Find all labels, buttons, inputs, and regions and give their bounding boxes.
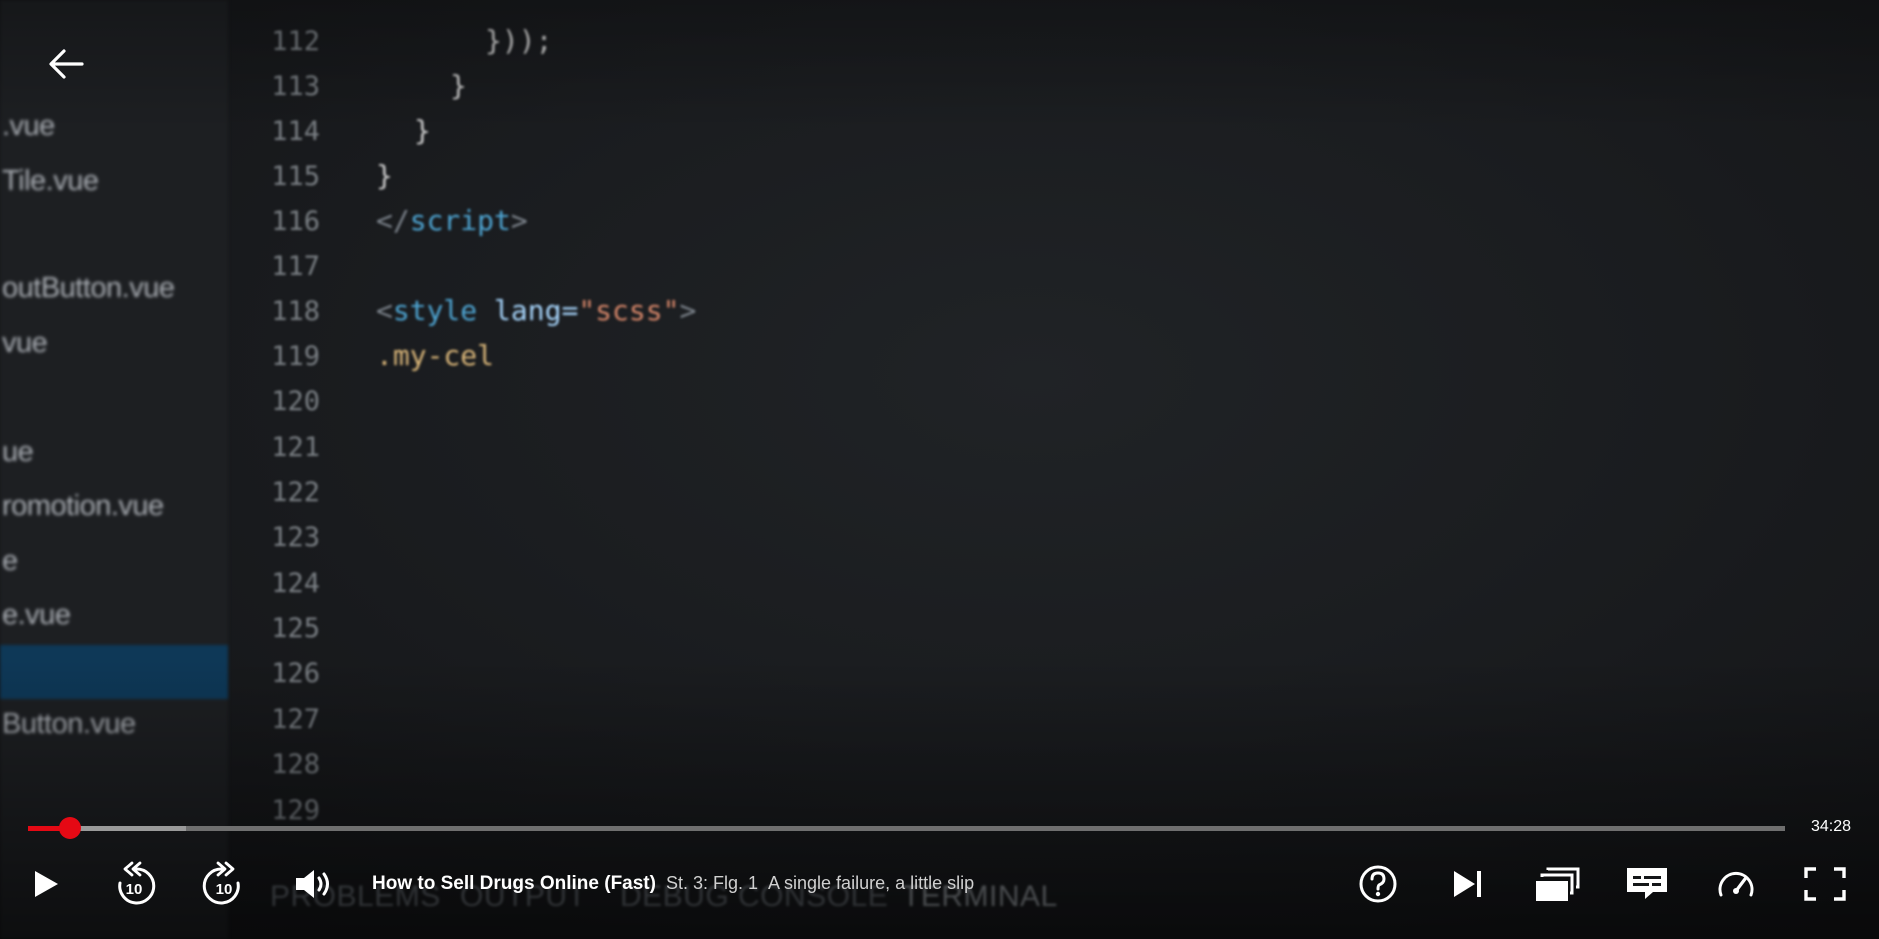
video-line-number: 117 xyxy=(271,251,320,282)
video-code-line: } xyxy=(376,159,393,192)
video-line-number: 113 xyxy=(271,71,320,102)
video-file-item: vue xyxy=(2,327,48,359)
video-file-item: Button.vue xyxy=(2,708,136,740)
video-code-token: > xyxy=(510,204,528,237)
rewind-10-icon: 10 xyxy=(118,861,156,905)
forward-10-icon: 10 xyxy=(202,861,240,905)
video-code-token: style xyxy=(392,294,478,327)
playback-speed-button[interactable] xyxy=(1712,862,1760,906)
fullscreen-icon xyxy=(1804,867,1846,901)
next-episode-icon xyxy=(1454,871,1481,897)
video-code-token: > xyxy=(679,294,697,327)
video-line-number: 128 xyxy=(271,749,320,780)
video-code-token: < xyxy=(376,294,393,327)
video-line-number: 127 xyxy=(271,704,320,735)
play-icon xyxy=(35,871,58,897)
video-file-item: .vue xyxy=(2,110,55,142)
fullscreen-button[interactable] xyxy=(1800,862,1850,906)
video-code-editor: 112 113 114 115 116 117 118 119 120 121 … xyxy=(228,0,1879,939)
episode-title-bar: How to Sell Drugs Online (Fast) St. 3: F… xyxy=(372,873,974,895)
video-line-number: 115 xyxy=(271,161,320,192)
video-line-number: 120 xyxy=(271,386,320,417)
video-code-token: script xyxy=(409,204,511,237)
video-line-number: 114 xyxy=(271,116,320,147)
play-button[interactable] xyxy=(24,862,68,906)
video-file-item: romotion.vue xyxy=(2,490,164,522)
subtitles-icon xyxy=(1627,868,1667,899)
video-line-number: 126 xyxy=(271,658,320,689)
video-file-item: e xyxy=(2,545,18,577)
video-code-line: } xyxy=(450,69,467,102)
video-sidebar-highlight xyxy=(0,645,228,699)
subtitles-button[interactable] xyxy=(1622,862,1672,906)
video-line-number: 112 xyxy=(271,26,320,57)
back-button[interactable] xyxy=(40,40,92,88)
video-line-number: 119 xyxy=(271,341,320,372)
video-line-number: 123 xyxy=(271,522,320,553)
svg-text:10: 10 xyxy=(216,881,233,898)
episodes-icon xyxy=(1536,867,1580,901)
forward-10-button[interactable]: 10 xyxy=(200,859,248,909)
speed-icon xyxy=(1718,872,1754,897)
episode-number: St. 3: Flg. 1 xyxy=(665,873,759,893)
next-episode-button[interactable] xyxy=(1444,862,1492,906)
progress-scrubber[interactable] xyxy=(59,817,82,839)
show-title: How to Sell Drugs Online (Fast) xyxy=(372,873,656,894)
time-remaining: 34:28 xyxy=(1810,818,1851,835)
video-sidebar: .vue Tile.vue outButton.vue vue ue romot… xyxy=(0,0,228,939)
video-code-line: <style lang="scss"> xyxy=(376,294,696,327)
video-line-number: 124 xyxy=(271,568,320,599)
video-code-token: lang= xyxy=(494,294,579,327)
help-icon xyxy=(1359,865,1397,903)
video-code-token: "scss" xyxy=(578,294,680,327)
back-arrow-icon xyxy=(49,49,84,79)
video-line-number: 116 xyxy=(271,206,320,237)
rewind-10-button[interactable]: 10 xyxy=(110,859,158,909)
svg-text:10: 10 xyxy=(126,881,143,898)
video-file-item: Tile.vue xyxy=(2,165,99,197)
video-line-number: 129 xyxy=(271,795,320,826)
video-code-line: </script> xyxy=(376,204,528,237)
help-button[interactable] xyxy=(1354,862,1402,906)
video-frame[interactable]: .vue Tile.vue outButton.vue vue ue romot… xyxy=(0,0,1879,939)
video-code-line: .my-cel xyxy=(376,339,495,372)
video-line-number: 118 xyxy=(271,296,320,327)
video-file-item: ue xyxy=(2,436,34,468)
volume-button[interactable] xyxy=(290,862,340,906)
video-code-line: })); xyxy=(485,24,553,57)
video-file-item: outButton.vue xyxy=(2,272,175,304)
episodes-button[interactable] xyxy=(1532,860,1582,908)
video-line-number: 122 xyxy=(271,477,320,508)
progress-bar[interactable] xyxy=(28,826,1785,831)
video-code-token: </ xyxy=(376,204,410,237)
video-file-item: e.vue xyxy=(2,599,71,631)
video-line-number: 121 xyxy=(271,432,320,463)
video-code-line: } xyxy=(414,114,431,147)
video-line-number: 125 xyxy=(271,613,320,644)
volume-icon xyxy=(296,870,329,898)
episode-title: A single failure, a little slip xyxy=(768,873,975,893)
